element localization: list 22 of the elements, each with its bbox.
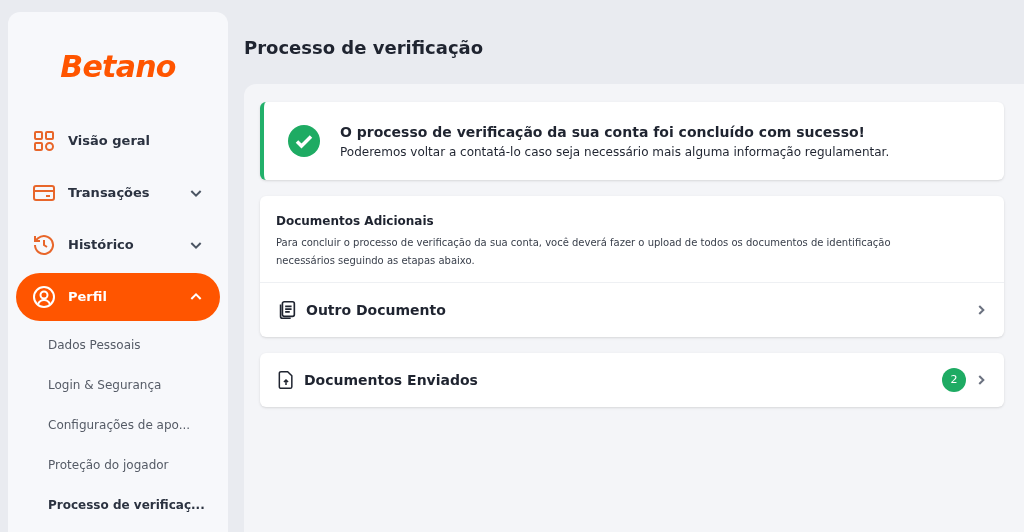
sent-documents-row[interactable]: Documentos Enviados 2 xyxy=(260,353,1004,407)
submenu-item[interactable]: Configurações de apo... xyxy=(16,405,220,445)
nav-item[interactable]: Visão geral xyxy=(16,117,220,165)
submenu-item[interactable]: Processo de verificaç... xyxy=(16,485,220,525)
logo: Betano xyxy=(59,48,177,86)
grid-icon xyxy=(32,129,56,153)
alert-title: O processo de verificação da sua conta foi concluído com sucesso! xyxy=(340,122,866,142)
section-text: Para concluir o processo de verificação da sua conta, você deverá fazer o upload de todos os documentos de identificação necessários seguindo as etapas abaixo. xyxy=(276,236,892,268)
alert-text: Poderemos voltar a contatá-lo caso seja necessário mais alguma informação regulamentar. xyxy=(340,143,890,161)
user-icon xyxy=(32,285,56,309)
nav-item[interactable]: Histórico xyxy=(16,221,220,269)
section-title: Documentos Adicionais xyxy=(276,213,435,230)
count-badge: 2 xyxy=(942,368,966,392)
submenu-item[interactable]: Proteção do jogador xyxy=(16,445,220,485)
document-row[interactable]: Outro Documento xyxy=(260,283,1004,337)
page-title: Processo de verificação xyxy=(244,36,485,60)
file-upload-icon xyxy=(276,370,296,390)
submenu-item[interactable]: Dados Pessoais xyxy=(16,325,220,365)
check-circle-icon xyxy=(288,125,320,157)
nav-item[interactable]: Transações xyxy=(16,169,220,217)
history-icon xyxy=(32,233,56,257)
submenu-item[interactable]: Login & Segurança xyxy=(16,365,220,405)
